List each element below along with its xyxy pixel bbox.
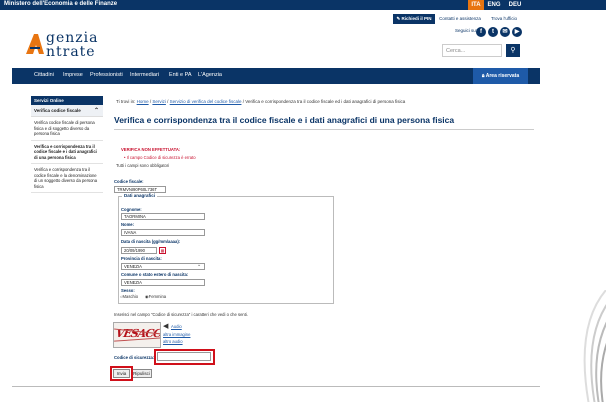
nav-professionisti[interactable]: Professionisti bbox=[90, 72, 123, 78]
nav-cittadini[interactable]: Cittadini bbox=[34, 72, 54, 78]
nome-label: Nome: bbox=[121, 222, 135, 227]
cognome-input[interactable]: TAORMINA bbox=[121, 213, 205, 220]
provincia-select[interactable]: VENEZIA bbox=[121, 263, 205, 270]
breadcrumb-current: Verifica e corrispondenza tra il codice … bbox=[245, 99, 406, 104]
sidebar-item-corrispondenza-pf[interactable]: Verifica e corrispondenza tra il codice … bbox=[31, 141, 103, 164]
lang-eng[interactable]: ENG bbox=[486, 0, 502, 10]
nav-agenzia[interactable]: L'Agenzia bbox=[198, 72, 222, 78]
nascita-input[interactable]: 20/09/1990 bbox=[121, 247, 157, 254]
altra-immagine-link[interactable]: altra immagine bbox=[163, 332, 190, 337]
breadcrumb-verifica[interactable]: Servizio di verifica del codice fiscale bbox=[170, 99, 242, 104]
search-icon: ⚲ bbox=[510, 47, 516, 54]
chevron-down-icon: ⌄ bbox=[197, 262, 202, 268]
sidebar-item-verifica-cf[interactable]: Verifica codice fiscale di persona fisic… bbox=[31, 117, 103, 141]
lang-ita[interactable]: ITA bbox=[468, 0, 484, 10]
area-riservata-button[interactable]: 🔒︎ Area riservata bbox=[473, 68, 528, 84]
required-note: Tutti i campi sono obbligatori bbox=[116, 163, 170, 168]
captcha-image: VESACC1 bbox=[113, 322, 161, 348]
logo-a-icon bbox=[26, 34, 44, 54]
nascita-label: Data di nascita (gg/mm/aaaa): bbox=[121, 239, 181, 244]
sesso-label: Sesso: bbox=[121, 288, 135, 293]
title-divider bbox=[114, 129, 534, 130]
twitter-icon[interactable]: t bbox=[488, 27, 498, 37]
search-button[interactable]: ⚲ bbox=[506, 44, 520, 57]
lang-deu[interactable]: DEU bbox=[506, 0, 524, 10]
agenzia-logo[interactable]: genzia ntrate bbox=[22, 28, 112, 60]
audio-link[interactable]: Audio bbox=[171, 324, 182, 329]
comune-label: Comune o stato estero di nascita: bbox=[121, 272, 189, 277]
main-nav: Cittadini Imprese Professionisti Interme… bbox=[12, 68, 540, 84]
ripulisci-button[interactable]: Ripulisci bbox=[131, 369, 152, 378]
nome-input[interactable]: IVANA bbox=[121, 229, 205, 236]
fieldset-legend: Dati anagrafici bbox=[122, 193, 158, 198]
sidebar-heading: Servizi Online bbox=[31, 96, 103, 105]
page-title: Verifica e corrispondenza tra il codice … bbox=[114, 115, 455, 125]
find-office-link[interactable]: Trova l'ufficio bbox=[484, 14, 524, 24]
cf-label: Codice fiscale: bbox=[114, 179, 144, 184]
contacts-link[interactable]: Contatti e assistenza bbox=[438, 14, 482, 24]
cf-input[interactable]: TRMVNI90P60L736T bbox=[114, 186, 166, 193]
chevron-up-icon: ⌃ bbox=[93, 108, 99, 114]
facebook-icon[interactable]: f bbox=[476, 27, 486, 37]
altro-audio-link[interactable]: altro audio bbox=[163, 339, 183, 344]
cognome-label: Cognome: bbox=[121, 207, 142, 212]
follow-label: Seguici su: bbox=[455, 28, 478, 33]
footer-divider bbox=[12, 386, 540, 387]
radio-maschio[interactable]: ○Maschio bbox=[120, 294, 138, 299]
sidebar-item-corrispondenza-pnf[interactable]: Verifica e corrispondenza tra il codice … bbox=[31, 164, 103, 193]
highlight-codice bbox=[154, 349, 215, 365]
sidebar: Servizi Online Verifica codice fiscale ⌃… bbox=[31, 96, 103, 193]
site-header: genzia ntrate ✎ Richiedi il PIN Contatti… bbox=[12, 10, 540, 68]
provincia-label: Provincia di nascita: bbox=[121, 256, 162, 261]
calendar-icon[interactable]: ▦ bbox=[159, 247, 166, 254]
error-message: • Il campo Codice di sicurezza è errato bbox=[124, 155, 196, 160]
sidebar-subheading[interactable]: Verifica codice fiscale ⌃ bbox=[31, 105, 103, 117]
highlight-invia bbox=[110, 366, 133, 381]
nav-intermediari[interactable]: Intermediari bbox=[130, 72, 159, 78]
nav-enti[interactable]: Enti e PA bbox=[169, 72, 192, 78]
youtube-icon[interactable]: ▶ bbox=[512, 27, 522, 37]
breadcrumb: Ti trovi in: Home / Servizi / Servizio d… bbox=[116, 99, 406, 104]
pin-button[interactable]: ✎ Richiedi il PIN bbox=[393, 14, 435, 24]
logo-line2: ntrate bbox=[46, 44, 96, 60]
nav-imprese[interactable]: Imprese bbox=[63, 72, 83, 78]
captcha-note: Inserisci nel campo "Codice di sicurezza… bbox=[114, 312, 249, 317]
radio-femmina[interactable]: ◉Femmina bbox=[145, 294, 166, 299]
codice-label: Codice di sicurezza: bbox=[114, 355, 155, 360]
ministry-label: Ministero dell'Economia e delle Finanze bbox=[4, 1, 118, 7]
search-input[interactable]: Cerca... bbox=[442, 44, 502, 57]
page-curl-decoration bbox=[583, 290, 606, 402]
mail-icon[interactable]: ✉ bbox=[500, 27, 510, 37]
breadcrumb-home[interactable]: Home bbox=[137, 99, 149, 104]
speaker-icon[interactable]: ◀ bbox=[163, 322, 168, 330]
error-title: VERIFICA NON EFFETTUATA: bbox=[121, 147, 181, 152]
breadcrumb-servizi[interactable]: Servizi bbox=[152, 99, 166, 104]
comune-input[interactable]: VENEZIA bbox=[121, 279, 205, 286]
